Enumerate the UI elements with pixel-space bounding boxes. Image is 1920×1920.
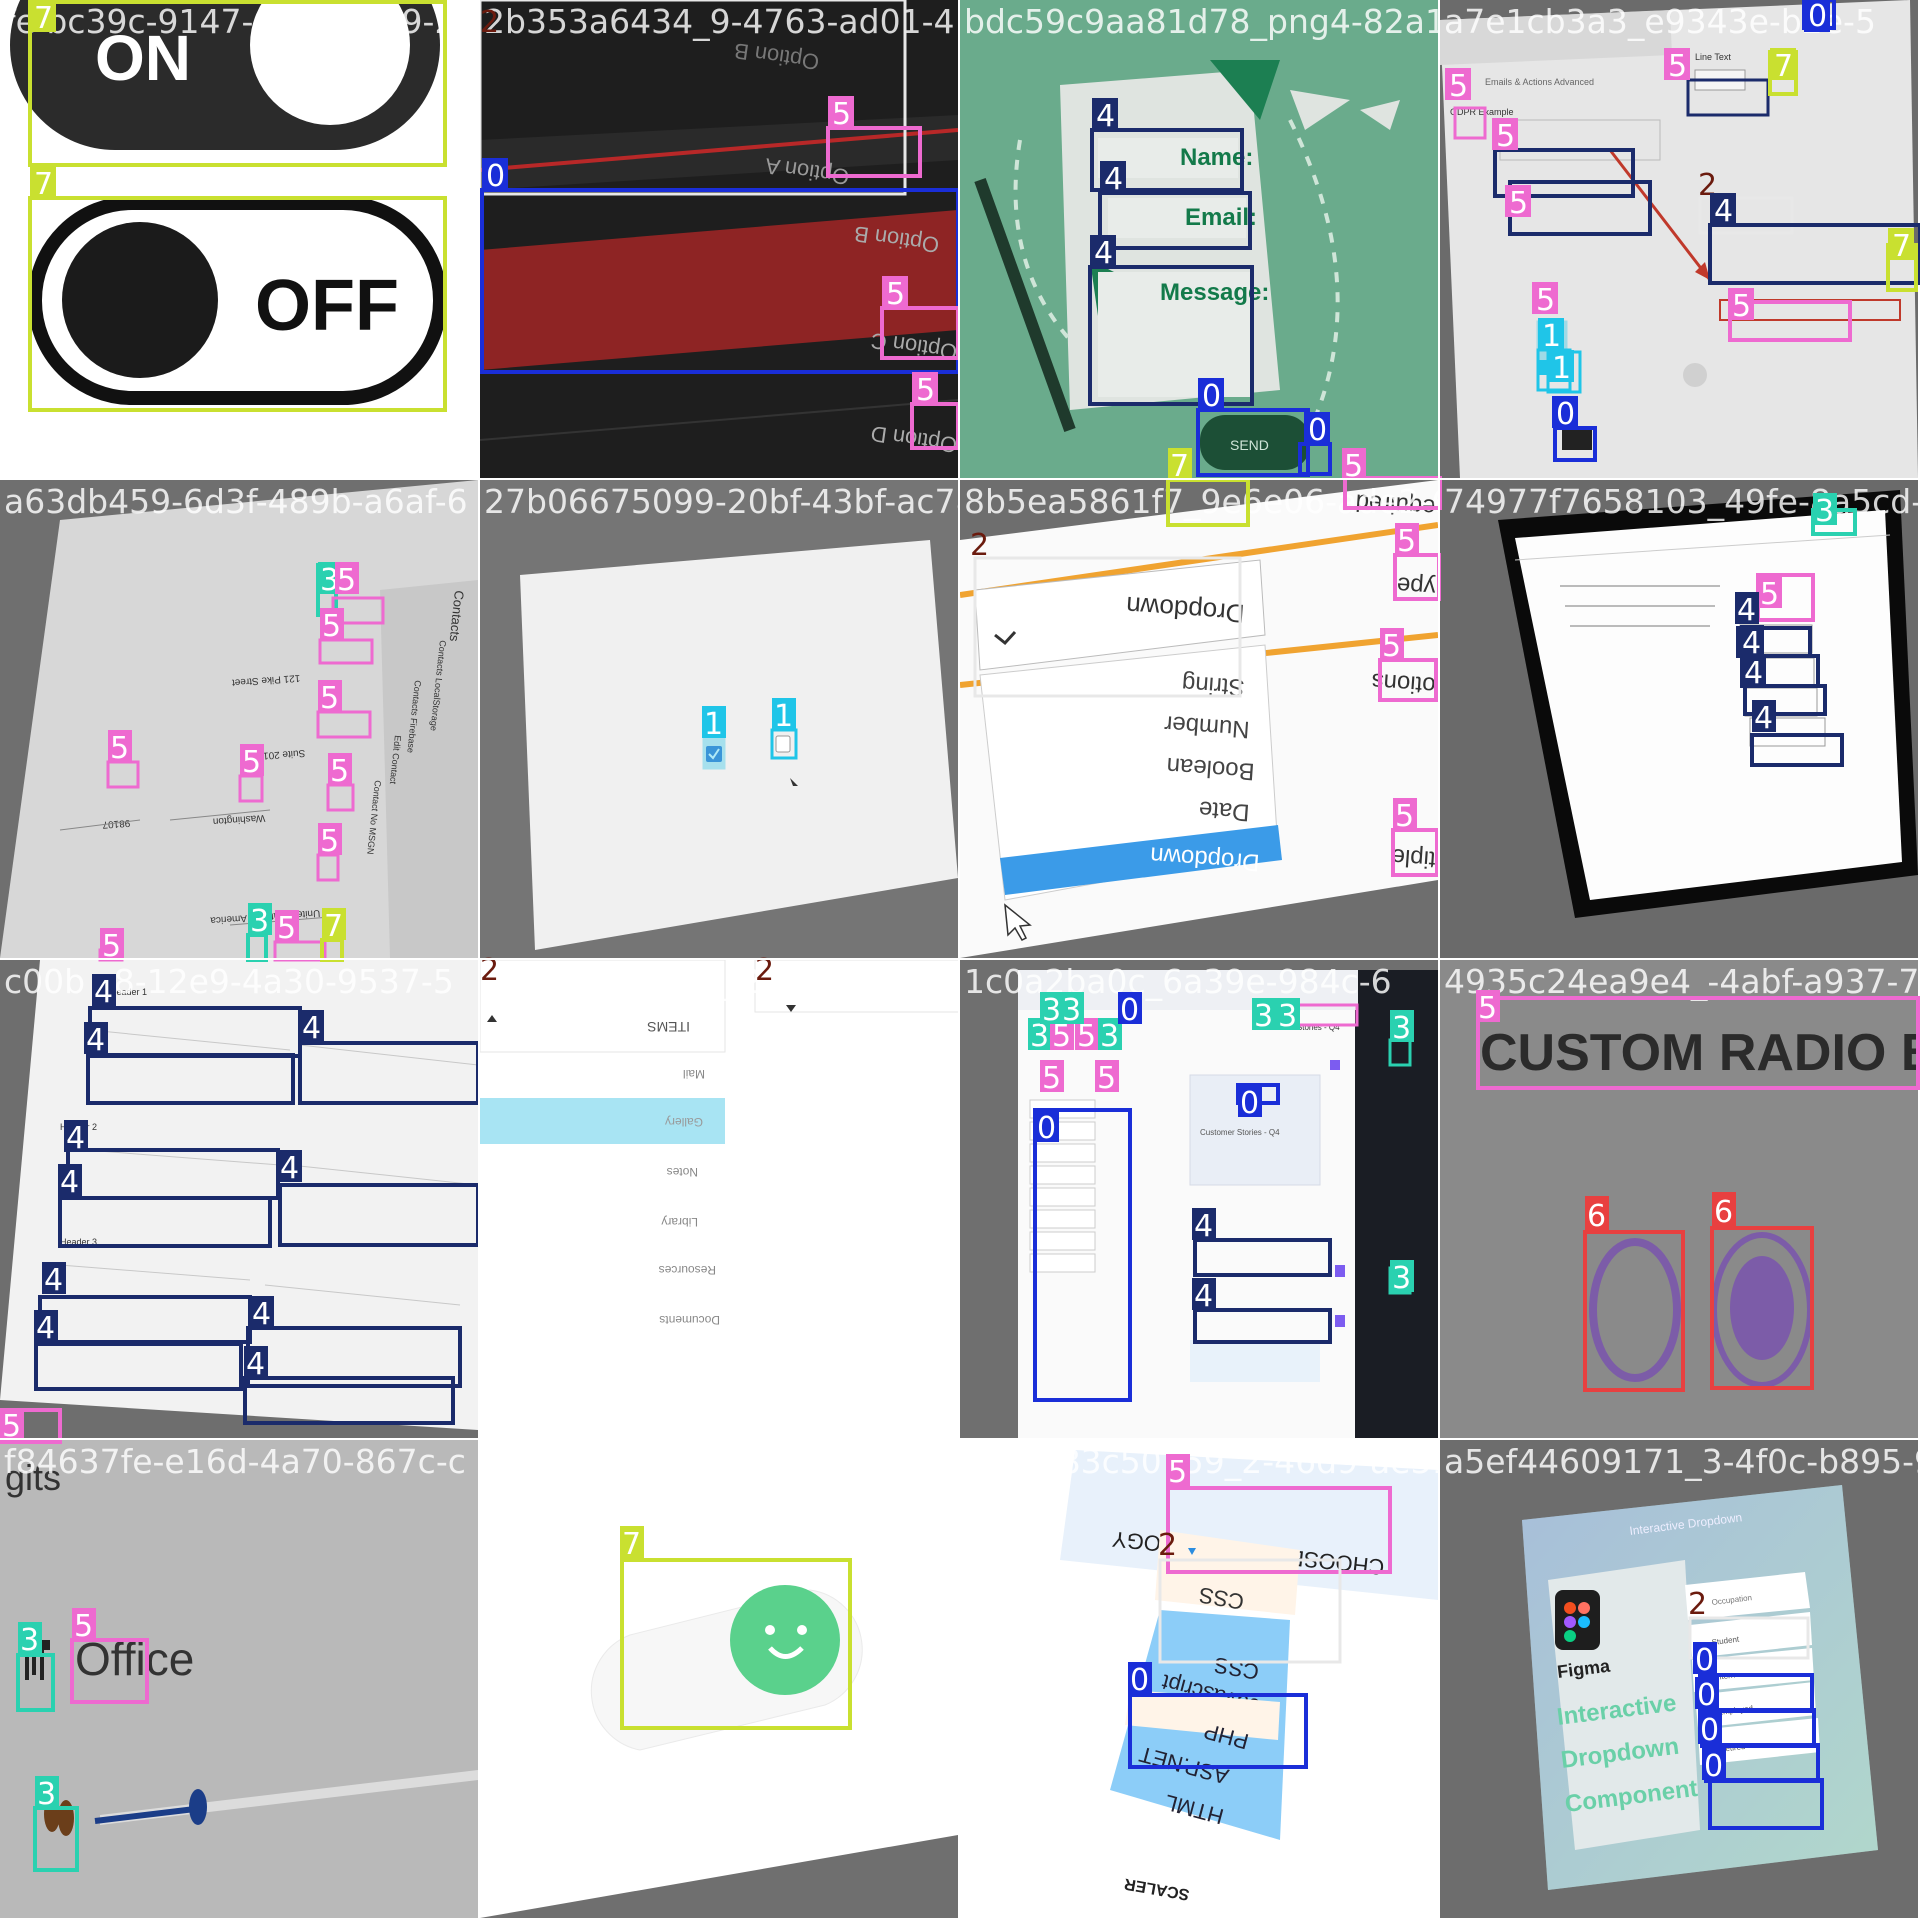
tile-tablet-screen-art	[1440, 480, 1918, 958]
tile-contact-form: Name: Email: Message: SEND bdc59c9aa81d7…	[960, 0, 1438, 478]
tile-contact-form-art: Name: Email: Message: SEND	[960, 0, 1438, 478]
line-text-label: Line Text	[1695, 52, 1731, 62]
tile-dashboard-art: Customer Stories - Q4 Customer Stories -…	[960, 960, 1438, 1438]
grid-divider	[0, 1438, 1920, 1440]
toggle-off-knob	[62, 222, 218, 378]
menu-library[interactable]: Library	[661, 1215, 698, 1229]
multiple-label: tiple	[1391, 843, 1437, 873]
submit-button[interactable]	[1562, 430, 1592, 450]
toggle-off-label: OFF	[255, 266, 399, 346]
menu-gallery: Gallery	[665, 1115, 703, 1129]
tile-address-form-art: Contacts Contacts LocalStorage Contacts …	[0, 480, 478, 958]
header-2-label: Header 2	[60, 1122, 97, 1132]
send-button-label: SEND	[1230, 437, 1269, 453]
checkbox-unchecked[interactable]	[775, 735, 791, 753]
option-string[interactable]: String	[1181, 670, 1245, 701]
customer-stories-heading: Customer Stories - Q4	[1260, 1023, 1340, 1032]
tile-checkboxes-art	[480, 480, 958, 958]
grid-divider	[478, 0, 480, 1920]
type-label: ype	[1396, 571, 1436, 601]
tile-smiley-toggle: 60d15f2b9a_c-4809-a5e5-8	[480, 1440, 958, 1918]
email-label: Email:	[1185, 204, 1257, 231]
header-3-label: Header 3	[60, 1237, 97, 1247]
toggle-on-label: ON	[95, 22, 191, 94]
checkbox-checked[interactable]	[706, 746, 722, 762]
tile-dark-options-art: Option B Option A Option B Option C Opti…	[480, 0, 958, 478]
grid-divider	[958, 0, 960, 1920]
grid-divider	[0, 958, 1920, 960]
menu-resources[interactable]: Resources	[659, 1263, 716, 1277]
menu-mail[interactable]: Mail	[683, 1067, 705, 1081]
tile-items-menu: ITEMS Mail Gallery Notes Library Resourc…	[480, 960, 958, 1438]
gdpr-title: GDPR Example	[1450, 107, 1514, 117]
custom-radio-title: CUSTOM RADIO BUTTO	[1480, 1024, 1918, 1082]
smiley-knob-icon	[730, 1585, 840, 1695]
menu-documents[interactable]: Documents	[659, 1313, 720, 1327]
tile-office-slider-art: gits Office	[0, 1440, 478, 1918]
tile-dashboard: Customer Stories - Q4 Customer Stories -…	[960, 960, 1438, 1438]
figma-logo-icon	[1555, 1590, 1600, 1650]
tile-checkboxes: 27b06675099-20bf-43bf-ac78-27	[480, 480, 958, 958]
name-label: Name:	[1180, 144, 1253, 171]
options-label: otions	[1371, 668, 1437, 699]
gdpr-nav: Emails & Actions Advanced	[1485, 77, 1594, 87]
header-1-label: Header 1	[110, 987, 147, 997]
grid-divider	[1438, 0, 1440, 1920]
tile-dark-options: Option B Option A Option B Option C Opti…	[480, 0, 958, 478]
tile-office-slider: gits Office f84637fe-e16d-4a70-867c-c	[0, 1440, 478, 1918]
tile-headers-form-art: Header 2 Header 3 Header 1	[0, 960, 478, 1438]
tile-figma-dropdown-art: Interactive Dropdown Figma Interactive D…	[1440, 1440, 1918, 1918]
tile-figma-dropdown: Interactive Dropdown Figma Interactive D…	[1440, 1440, 1918, 1918]
gits-label: gits	[5, 1457, 61, 1498]
required-label: equired	[1355, 488, 1437, 521]
tile-tablet-screen: 74977f7658103_49fe-8a5cd-5	[1440, 480, 1918, 958]
radio-selected-dot	[1730, 1256, 1794, 1360]
tile-toggle-on-off-art: ON OFF	[0, 0, 478, 478]
tile-choose-technology-art: CHOOSE A TECHNOLOGY CSS CSS Javascript P…	[960, 1440, 1438, 1918]
tile-type-dropdown: Dropdown String Number Boolean Date Drop…	[960, 480, 1438, 958]
office-label: Office	[75, 1633, 194, 1685]
tile-smiley-toggle-art	[480, 1440, 958, 1918]
tile-choose-technology: CHOOSE A TECHNOLOGY CSS CSS Javascript P…	[960, 1440, 1438, 1918]
customer-stories-card-title: Customer Stories - Q4	[1200, 1128, 1280, 1137]
tile-custom-radio-art: CUSTOM RADIO BUTTO	[1440, 960, 1918, 1438]
tile-address-form: Contacts Contacts LocalStorage Contacts …	[0, 480, 478, 958]
menu-notes[interactable]: Notes	[667, 1165, 698, 1179]
tile-items-menu-art: ITEMS Mail Gallery Notes Library Resourc…	[480, 960, 958, 1438]
tile-gdpr-builder-art: Emails & Actions Advanced GDPR Example L…	[1440, 0, 1918, 478]
tile-custom-radio: CUSTOM RADIO BUTTO 4935c24ea9e4_-4abf-a9…	[1440, 960, 1918, 1438]
option-date[interactable]: Date	[1198, 795, 1250, 825]
grid-divider	[0, 478, 1920, 480]
tile-toggle-on-off: ON OFF fe bc39c-9147-47fe-8e09-2	[0, 0, 478, 478]
items-heading: ITEMS	[647, 1019, 690, 1035]
tile-headers-form: Header 2 Header 3 Header 1 c00b c8-12e9-…	[0, 960, 478, 1438]
tile-type-dropdown-art: Dropdown String Number Boolean Date Drop…	[960, 480, 1438, 958]
message-label: Message:	[1160, 279, 1269, 306]
slider-thumb[interactable]	[189, 1789, 207, 1825]
mosaic-grid: ON OFF fe bc39c-9147-47fe-8e09-2 Option …	[0, 0, 1920, 1920]
tile-gdpr-builder: Emails & Actions Advanced GDPR Example L…	[1440, 0, 1918, 478]
